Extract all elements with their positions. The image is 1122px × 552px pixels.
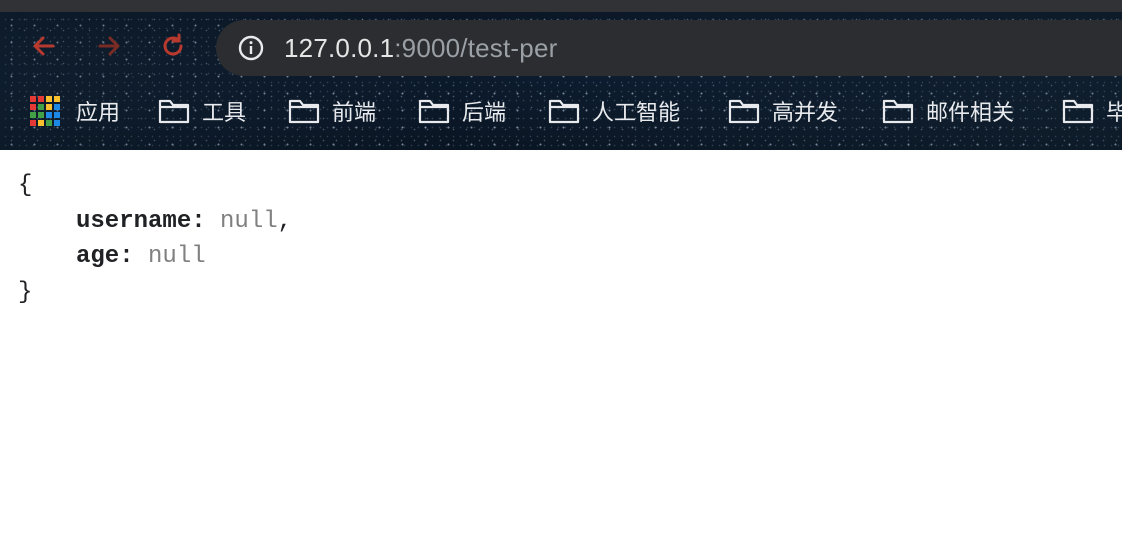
json-comma: , xyxy=(277,207,293,235)
bookmark-label: 毕 xyxy=(1106,101,1122,126)
folder-icon xyxy=(158,99,190,124)
bookmark-ai[interactable]: 人工智能 xyxy=(548,90,680,132)
bookmark-label: 前端 xyxy=(332,101,377,126)
json-field-age: age: null xyxy=(76,243,206,270)
back-arrow-icon xyxy=(33,36,55,56)
reload-icon xyxy=(163,33,183,56)
json-value: null xyxy=(148,243,206,270)
back-button[interactable] xyxy=(26,28,62,64)
bookmark-label: 人工智能 xyxy=(592,101,681,126)
json-field-username: username: null, xyxy=(76,207,293,235)
json-key: username xyxy=(76,207,192,235)
forward-button[interactable] xyxy=(91,28,127,64)
json-viewer: { username: null, age: null } xyxy=(18,168,292,310)
json-value: null xyxy=(220,207,278,235)
bookmark-backend[interactable]: 后端 xyxy=(418,90,506,132)
bookmarks-bar: 应用 工具 前端 后端 人工智能 高并发 邮件相关 毕 xyxy=(0,90,1122,132)
bookmark-mail[interactable]: 邮件相关 xyxy=(882,90,1014,132)
folder-icon xyxy=(882,99,914,124)
url-text[interactable]: 127.0.0.1:9000/test-per xyxy=(284,32,557,64)
url-path: :9000/test-per xyxy=(394,33,558,63)
folder-icon xyxy=(288,99,320,124)
url-host: 127.0.0.1 xyxy=(284,33,395,63)
address-bar[interactable]: 127.0.0.1:9000/test-per xyxy=(216,20,1122,76)
bookmark-label: 工具 xyxy=(202,101,247,126)
bookmark-frontend[interactable]: 前端 xyxy=(288,90,376,132)
folder-icon xyxy=(548,99,580,124)
tab-strip xyxy=(0,0,1122,12)
apps-grid-icon xyxy=(30,96,60,126)
info-icon[interactable] xyxy=(238,35,264,61)
json-close-brace: } xyxy=(18,278,33,306)
bookmark-apps[interactable]: 应用 xyxy=(30,90,120,132)
bookmark-graduation[interactable]: 毕 xyxy=(1062,90,1122,132)
folder-icon xyxy=(418,99,450,124)
folder-icon xyxy=(728,99,760,124)
bookmark-label: 应用 xyxy=(76,101,121,126)
bookmark-tools[interactable]: 工具 xyxy=(158,90,246,132)
bookmark-label: 后端 xyxy=(462,101,507,126)
reload-button[interactable] xyxy=(155,28,191,64)
json-open-brace: { xyxy=(18,172,33,199)
json-key: age xyxy=(76,243,120,270)
bookmark-label: 邮件相关 xyxy=(926,101,1015,126)
folder-icon xyxy=(1062,99,1094,124)
bookmark-label: 高并发 xyxy=(772,101,839,126)
forward-arrow-icon xyxy=(98,36,120,56)
bookmark-high-concurrency[interactable]: 高并发 xyxy=(728,90,838,132)
